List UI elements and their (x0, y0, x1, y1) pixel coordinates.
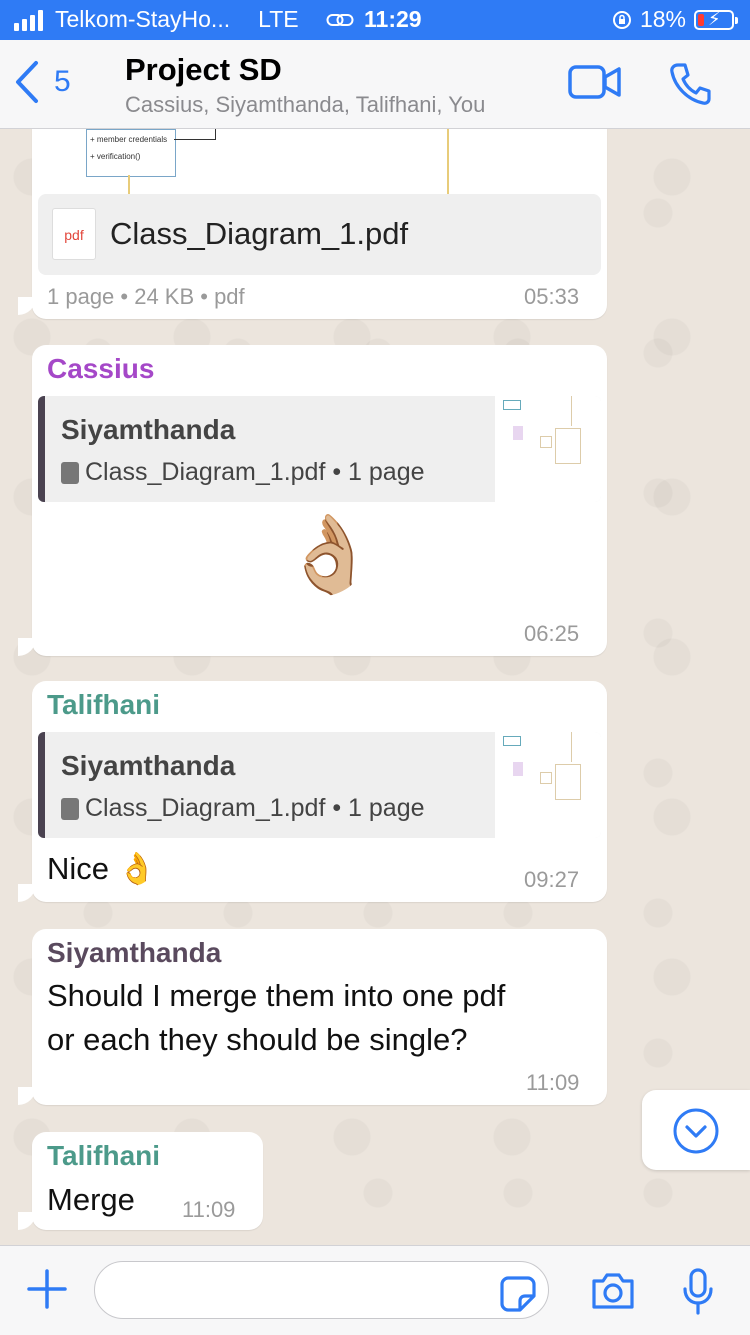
sender-name[interactable]: Talifhani (47, 689, 160, 721)
composer-bar (0, 1245, 750, 1335)
quoted-thumbnail (495, 732, 601, 838)
message-time: 11:09 (182, 1197, 236, 1222)
file-name: Class_Diagram_1.pdf (110, 216, 409, 251)
chat-title[interactable]: Project SD (125, 52, 282, 88)
reply-message[interactable]: Talifhani Siyamthanda Class_Diagram_1.pd… (32, 681, 607, 902)
signal-icon (14, 9, 43, 31)
orientation-lock-icon (612, 10, 631, 29)
text-message[interactable]: Talifhani Merge 11:09 (32, 1132, 263, 1230)
camera-button[interactable] (590, 1272, 636, 1315)
message-text-line: Should I merge them into one pdf (47, 978, 506, 1013)
bubble-tail (18, 1212, 36, 1230)
chevron-left-icon (16, 61, 38, 103)
chat-header: 5 Project SD Cassius, Siyamthanda, Talif… (0, 40, 750, 129)
microphone-icon (683, 1268, 713, 1315)
message-time: 05:33 (524, 284, 580, 309)
status-time: 11:29 (364, 6, 422, 32)
voice-message-button[interactable] (682, 1268, 714, 1321)
status-center: 11:29 (326, 6, 422, 33)
quoted-file: Class_Diagram_1.pdf • 1 page (61, 794, 425, 823)
document-card[interactable]: pdf Class_Diagram_1.pdf (38, 194, 601, 275)
quote-bar (38, 732, 45, 838)
battery-icon: ⚡ (694, 9, 738, 30)
chat-participants[interactable]: Cassius, Siyamthanda, Talifhani, You (125, 92, 485, 118)
attach-button[interactable] (26, 1268, 68, 1315)
quote-bar (38, 396, 45, 502)
quoted-file-text: Class_Diagram_1.pdf • 1 page (85, 458, 425, 486)
quoted-sender: Siyamthanda (61, 750, 236, 781)
carrier-name: Telkom-StayHo... (55, 6, 231, 32)
message-list[interactable]: + member credentials + verification() pd… (0, 129, 750, 1245)
sticker-button[interactable] (500, 1276, 536, 1317)
voice-call-button[interactable] (668, 62, 712, 111)
message-time: 06:25 (524, 621, 580, 646)
message-time: 11:09 (526, 1070, 580, 1095)
message-text: Merge (47, 1182, 135, 1217)
phone-icon (670, 63, 711, 105)
message-time: 09:27 (524, 867, 580, 892)
hotspot-link-icon (326, 13, 354, 26)
status-left: Telkom-StayHo... LTE (14, 6, 299, 33)
camera-icon (592, 1273, 634, 1309)
bubble-tail (18, 638, 36, 656)
scroll-to-bottom-button[interactable] (642, 1090, 750, 1170)
bubble-tail (18, 1087, 36, 1105)
file-icon (61, 797, 79, 820)
status-right: 18% ⚡ (612, 6, 738, 33)
back-button[interactable]: 5 (14, 60, 71, 104)
network-type: LTE (258, 6, 299, 32)
file-meta: 1 page • 24 KB • pdf (47, 284, 245, 309)
sender-name[interactable]: Cassius (47, 353, 154, 385)
plus-icon (27, 1269, 67, 1309)
message-input[interactable] (94, 1261, 549, 1319)
diagram-text: + member credentials (90, 135, 168, 144)
bubble-tail (18, 884, 36, 902)
reply-message[interactable]: Cassius Siyamthanda Class_Diagram_1.pdf … (32, 345, 607, 656)
message-text-line: or each they should be single? (47, 1022, 468, 1057)
pdf-file-icon: pdf (52, 208, 96, 260)
document-preview[interactable]: + member credentials + verification() (38, 129, 601, 195)
quoted-file: Class_Diagram_1.pdf • 1 page (61, 458, 425, 487)
quoted-message[interactable]: Siyamthanda Class_Diagram_1.pdf • 1 page (38, 396, 601, 502)
quoted-thumbnail (495, 396, 601, 502)
battery-percent: 18% (639, 6, 686, 32)
ok-hand-emoji: 👌🏼 (282, 512, 377, 597)
quoted-sender: Siyamthanda (61, 414, 236, 445)
video-call-button[interactable] (568, 64, 622, 105)
message-text: Nice 👌 (47, 851, 157, 886)
sender-name[interactable]: Talifhani (47, 1140, 160, 1172)
diagram-text: + verification() (90, 152, 141, 161)
chevron-down-circle-icon (673, 1108, 719, 1154)
document-message[interactable]: + member credentials + verification() pd… (32, 129, 607, 319)
sticker-icon (500, 1276, 536, 1312)
quoted-file-text: Class_Diagram_1.pdf • 1 page (85, 794, 425, 822)
unread-count: 5 (54, 65, 71, 98)
sender-name[interactable]: Siyamthanda (47, 937, 221, 969)
quoted-message[interactable]: Siyamthanda Class_Diagram_1.pdf • 1 page (38, 732, 601, 838)
video-camera-icon (568, 65, 621, 99)
file-icon (61, 461, 79, 484)
status-bar: Telkom-StayHo... LTE 11:29 18% ⚡ (0, 0, 750, 40)
text-message[interactable]: Siyamthanda Should I merge them into one… (32, 929, 607, 1105)
